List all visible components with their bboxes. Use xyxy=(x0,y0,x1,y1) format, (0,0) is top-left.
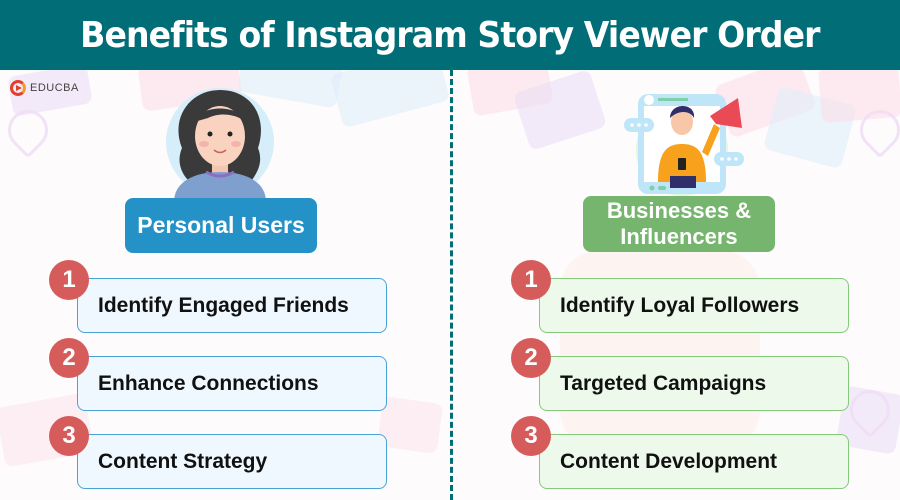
title-banner: Benefits of Instagram Story Viewer Order xyxy=(0,0,900,70)
category-heading: Personal Users xyxy=(137,212,305,238)
benefit-item: Content Development xyxy=(539,434,849,489)
benefit-item: Enhance Connections xyxy=(77,356,387,411)
column-divider xyxy=(450,70,453,500)
benefit-label: Content Strategy xyxy=(98,449,268,473)
benefit-label: Identify Loyal Followers xyxy=(560,293,800,317)
benefit-item: Content Strategy xyxy=(77,434,387,489)
number-badge: 3 xyxy=(49,416,89,456)
educba-logo-icon xyxy=(10,80,26,96)
category-heading-line2: Influencers xyxy=(620,224,738,249)
page-title: Benefits of Instagram Story Viewer Order xyxy=(80,14,820,56)
category-heading-line1: Businesses & xyxy=(606,198,752,223)
man-with-megaphone-icon xyxy=(624,94,744,196)
benefit-label: Targeted Campaigns xyxy=(560,371,767,395)
number-badge: 2 xyxy=(49,338,89,378)
number-badge: 1 xyxy=(511,260,551,300)
logo-text: EDUCBA xyxy=(30,82,79,94)
category-businesses-influencers: Businesses & Influencers xyxy=(583,196,775,252)
benefit-label: Enhance Connections xyxy=(98,371,319,395)
benefit-label: Identify Engaged Friends xyxy=(98,293,349,317)
number-badge: 1 xyxy=(49,260,89,300)
category-personal-users: Personal Users xyxy=(125,198,317,253)
number-badge: 2 xyxy=(511,338,551,378)
benefit-item: Targeted Campaigns xyxy=(539,356,849,411)
woman-avatar-icon xyxy=(174,90,266,202)
benefit-item: Identify Engaged Friends xyxy=(77,278,387,333)
number-badge: 3 xyxy=(511,416,551,456)
benefit-item: Identify Loyal Followers xyxy=(539,278,849,333)
benefit-label: Content Development xyxy=(560,449,778,473)
educba-logo: EDUCBA xyxy=(10,80,79,96)
